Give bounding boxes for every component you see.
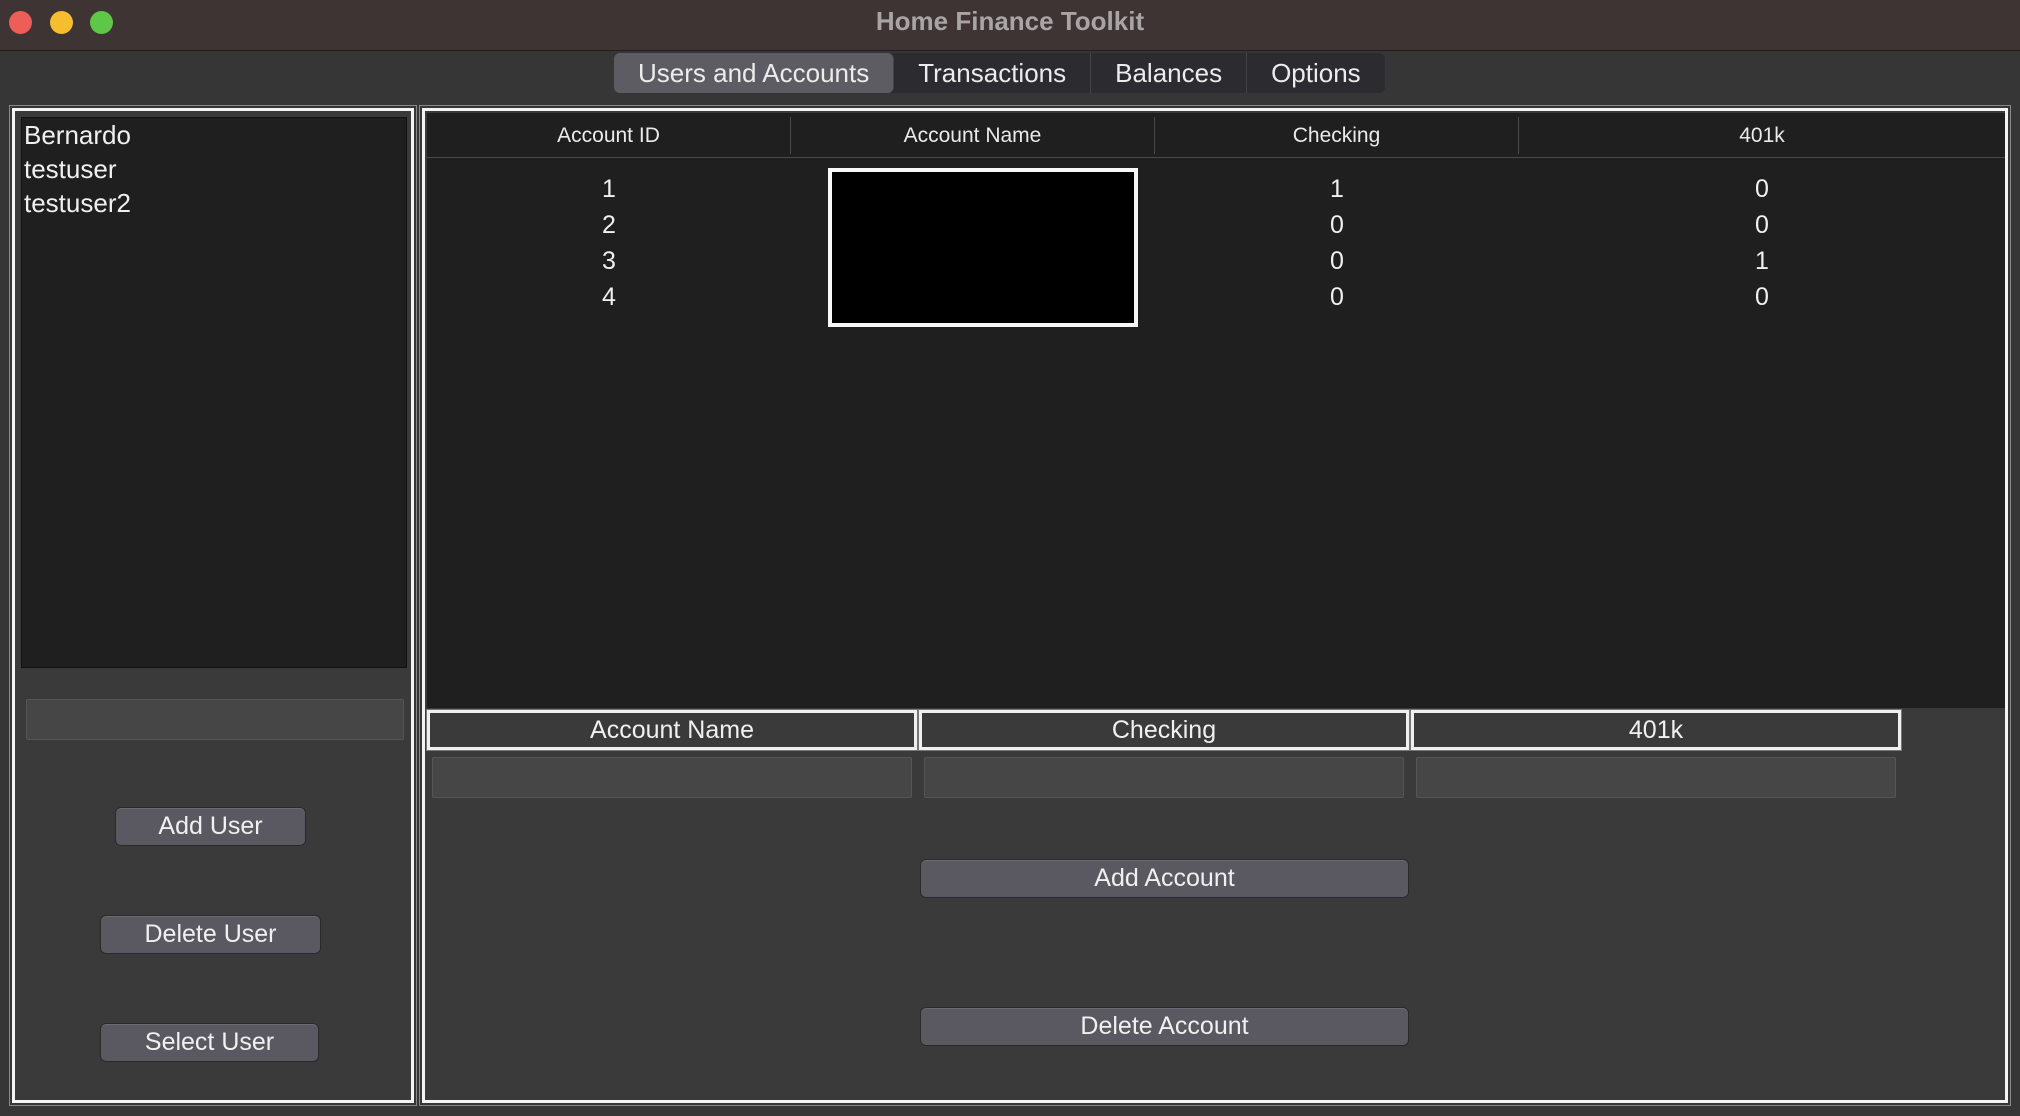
users-panel: Bernardo testuser testuser2 Add User Del… (9, 105, 417, 1106)
select-user-button[interactable]: Select User (100, 1023, 319, 1062)
accounts-panel: Account ID Account Name Checking 401k 1 … (419, 105, 2011, 1106)
user-item-bernardo[interactable]: Bernardo (22, 118, 406, 152)
accounts-table: Account ID Account Name Checking 401k 1 … (427, 113, 2005, 708)
tab-balances[interactable]: Balances (1091, 53, 1248, 93)
add-user-button[interactable]: Add User (115, 807, 306, 846)
tab-bar: Users and Accounts Transactions Balances… (614, 53, 1385, 93)
delete-user-button[interactable]: Delete User (100, 915, 321, 954)
table-cell-account-id[interactable]: 1 (427, 171, 791, 207)
user-item-testuser[interactable]: testuser (22, 152, 406, 186)
table-cell-checking[interactable]: 0 (1155, 279, 1519, 315)
user-name-input[interactable] (26, 699, 404, 740)
window-title: Home Finance Toolkit (875, 6, 1145, 36)
add-account-button[interactable]: Add Account (920, 859, 1409, 898)
user-list[interactable]: Bernardo testuser testuser2 (21, 117, 407, 668)
column-header-401k[interactable]: 401k (1519, 117, 2005, 154)
table-cell-account-id[interactable]: 2 (427, 207, 791, 243)
delete-account-button[interactable]: Delete Account (920, 1007, 1409, 1046)
table-cell-checking[interactable]: 1 (1155, 171, 1519, 207)
table-cell-account-id[interactable]: 3 (427, 243, 791, 279)
checking-label: Checking (918, 709, 1410, 751)
table-cell-checking[interactable]: 0 (1155, 207, 1519, 243)
table-cell-401k[interactable]: 1 (1519, 243, 2005, 279)
401k-input[interactable] (1416, 757, 1896, 798)
column-header-account-name[interactable]: Account Name (791, 117, 1155, 154)
table-cell-checking[interactable]: 0 (1155, 243, 1519, 279)
401k-label: 401k (1410, 709, 1902, 751)
title-bar: Home Finance Toolkit (0, 0, 2020, 51)
column-header-checking[interactable]: Checking (1155, 117, 1519, 154)
account-name-input[interactable] (432, 757, 912, 798)
tab-options[interactable]: Options (1247, 53, 1385, 93)
accounts-table-header: Account ID Account Name Checking 401k (427, 113, 2005, 158)
table-cell-401k[interactable]: 0 (1519, 207, 2005, 243)
table-cell-account-id[interactable]: 4 (427, 279, 791, 315)
column-header-account-id[interactable]: Account ID (427, 117, 791, 154)
table-cell-401k[interactable]: 0 (1519, 279, 2005, 315)
account-name-cells-redacted (828, 168, 1138, 327)
tab-users-and-accounts[interactable]: Users and Accounts (614, 53, 895, 93)
table-cell-401k[interactable]: 0 (1519, 171, 2005, 207)
user-item-testuser2[interactable]: testuser2 (22, 186, 406, 220)
account-name-label: Account Name (426, 709, 918, 751)
checking-input[interactable] (924, 757, 1404, 798)
tab-transactions[interactable]: Transactions (894, 53, 1092, 93)
